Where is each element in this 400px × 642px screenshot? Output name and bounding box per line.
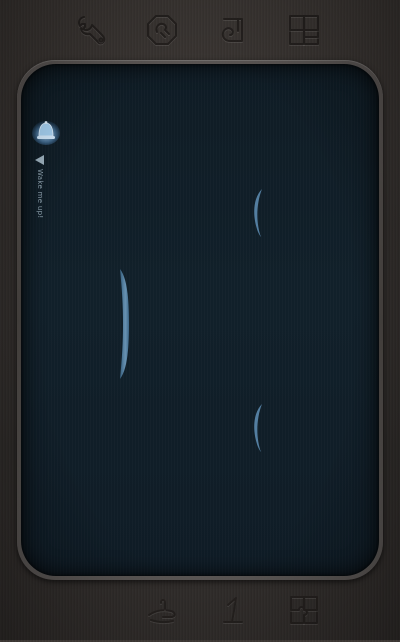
game-arena[interactable]: Wake me up!	[21, 64, 379, 576]
player-paddle[interactable]	[118, 268, 130, 380]
wrench-button[interactable]	[72, 10, 112, 50]
top-toolbar	[0, 2, 400, 58]
spiral-icon	[221, 18, 243, 42]
spiral-button[interactable]	[213, 10, 253, 50]
lower-bumper	[250, 403, 266, 453]
layout-grid-button[interactable]	[284, 10, 324, 50]
number-one-button[interactable]	[213, 590, 253, 630]
puzzle-button[interactable]	[284, 590, 324, 630]
puzzle-icon	[290, 596, 318, 624]
stop-sign-button[interactable]	[142, 10, 182, 50]
stop-sign-icon	[147, 15, 177, 45]
wake-label: Wake me up!	[36, 169, 44, 219]
layout-grid-icon	[289, 15, 319, 45]
bell-icon[interactable]	[32, 119, 60, 145]
arrow-left-icon	[35, 155, 44, 165]
upper-bumper	[250, 188, 266, 238]
hand-icon	[148, 599, 176, 624]
hand-button[interactable]	[142, 590, 182, 630]
number-one-icon	[223, 597, 243, 623]
wrench-icon	[78, 16, 106, 45]
arena-frame: Wake me up!	[17, 60, 383, 580]
bottom-toolbar	[0, 586, 400, 642]
